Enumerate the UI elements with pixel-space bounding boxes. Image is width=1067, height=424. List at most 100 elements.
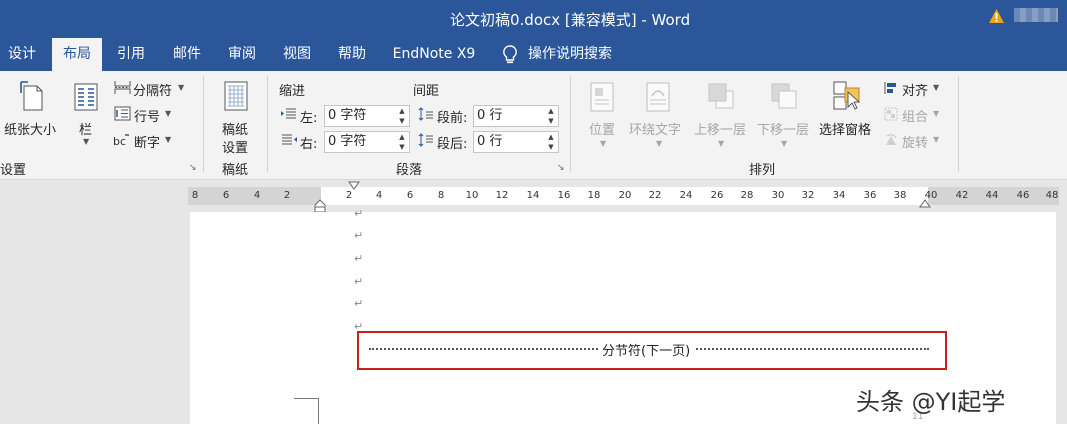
indent-right-icon <box>282 134 297 145</box>
hyphenation-dropdown-arrow[interactable]: ▼ <box>165 135 171 144</box>
send-backward-dropdown-arrow[interactable]: ▼ <box>781 139 787 148</box>
tab-endnote[interactable]: EndNote X9 <box>386 38 482 71</box>
selection-pane-icon <box>833 81 861 110</box>
bring-forward-dropdown-arrow[interactable]: ▼ <box>718 139 724 148</box>
spacing-after-value[interactable]: 0 行 <box>477 134 502 149</box>
send-backward-button[interactable]: 下移一层 <box>757 119 809 138</box>
ruler-tick: 20 <box>618 190 632 201</box>
bring-forward-button[interactable]: 上移一层 <box>694 119 746 138</box>
breaks-dropdown-arrow[interactable]: ▼ <box>178 83 184 92</box>
indent-left-label: 左: <box>300 111 318 126</box>
spin-up-icon[interactable]: ▲ <box>397 106 407 116</box>
watermark-text: 头条 @YI起学 <box>856 388 1006 416</box>
columns-button[interactable]: 栏 <box>79 119 92 138</box>
left-indent-marker[interactable] <box>314 199 326 213</box>
spin-up-icon[interactable]: ▲ <box>546 106 556 116</box>
tab-help[interactable]: 帮助 <box>329 38 375 71</box>
paragraph-dialog-launcher[interactable]: ↘ <box>557 163 565 173</box>
align-button[interactable]: 对齐 <box>902 80 928 99</box>
breaks-icon <box>114 81 131 94</box>
manuscript-group-label: 稿纸 <box>222 163 249 178</box>
spin-down-icon[interactable]: ▼ <box>397 116 407 126</box>
group-separator <box>203 76 204 172</box>
title-bar: 论文初稿0.docx [兼容模式] - Word <box>0 0 1067 38</box>
tab-mailings[interactable]: 邮件 <box>164 38 210 71</box>
page-margin-crop-mark <box>294 398 319 424</box>
manuscript-settings-button-line2[interactable]: 设置 <box>222 137 248 156</box>
ruler-tick: 42 <box>955 190 969 201</box>
spin-up-icon[interactable]: ▲ <box>397 132 407 142</box>
warning-icon[interactable] <box>988 8 1005 24</box>
align-dropdown-arrow[interactable]: ▼ <box>933 83 939 92</box>
hyphenation-button[interactable]: 断字 <box>134 132 160 151</box>
ruler-tick: 6 <box>406 190 414 201</box>
spacing-before-label: 段前: <box>437 111 468 126</box>
indent-right-spinner[interactable]: 0 字符 ▲ ▼ <box>324 131 410 153</box>
line-numbers-button[interactable]: 行号 <box>134 106 160 125</box>
manuscript-settings-button[interactable]: 稿纸 <box>222 119 248 138</box>
ruler-tick: 32 <box>801 190 815 201</box>
columns-dropdown-arrow[interactable]: ▼ <box>83 137 89 146</box>
ruler-tick: 26 <box>710 190 724 201</box>
ruler-tick: 28 <box>740 190 754 201</box>
ruler-tick: 14 <box>526 190 540 201</box>
line-numbers-dropdown-arrow[interactable]: ▼ <box>165 109 171 118</box>
rotate-dropdown-arrow[interactable]: ▼ <box>933 135 939 144</box>
line-numbers-icon <box>114 106 131 121</box>
spacing-after-spinner[interactable]: 0 行 ▲ ▼ <box>473 131 559 153</box>
tab-references[interactable]: 引用 <box>108 38 154 71</box>
spacing-after-icon <box>418 133 433 147</box>
group-objects-button[interactable]: 组合 <box>902 106 928 125</box>
paragraph-group-label: 段落 <box>396 163 423 178</box>
indent-left-icon <box>281 108 296 119</box>
indent-heading: 缩进 <box>279 84 306 99</box>
tab-view[interactable]: 视图 <box>274 38 320 71</box>
tab-design[interactable]: 设计 <box>0 38 44 71</box>
paper-size-button[interactable]: 纸张大小 <box>4 119 56 138</box>
ruler-tick: 30 <box>771 190 785 201</box>
spin-down-icon[interactable]: ▼ <box>546 116 556 126</box>
position-button[interactable]: 位置 <box>589 119 615 138</box>
selection-pane-button[interactable]: 选择窗格 <box>819 119 871 138</box>
spin-up-icon[interactable]: ▲ <box>546 132 556 142</box>
ruler-tick: 46 <box>1016 190 1030 201</box>
position-icon <box>590 82 614 112</box>
wrap-text-button[interactable]: 环绕文字 <box>629 119 681 138</box>
lightbulb-icon <box>503 45 517 64</box>
tell-me-search[interactable]: 操作说明搜索 <box>528 38 628 71</box>
group-separator <box>958 76 959 172</box>
hyphenation-icon: bc <box>113 134 129 147</box>
section-break-label: 分节符(下一页) <box>598 340 695 359</box>
rotate-button[interactable]: 旋转 <box>902 132 928 151</box>
manuscript-grid-icon <box>224 81 248 111</box>
svg-text:bc: bc <box>113 135 126 147</box>
tab-layout[interactable]: 布局 <box>52 38 102 71</box>
spacing-before-spinner[interactable]: 0 行 ▲ ▼ <box>473 105 559 127</box>
page-setup-dialog-launcher[interactable]: ↘ <box>189 163 197 173</box>
first-line-indent-marker[interactable] <box>348 181 360 190</box>
paragraph-mark: ↵ <box>354 252 364 265</box>
ruler-tick: 18 <box>587 190 601 201</box>
ruler-tick: 38 <box>893 190 907 201</box>
spin-down-icon[interactable]: ▼ <box>397 142 407 152</box>
ruler-tick: 10 <box>465 190 479 201</box>
breaks-button[interactable]: 分隔符 <box>133 80 172 99</box>
position-dropdown-arrow[interactable]: ▼ <box>600 139 606 148</box>
ruler-tick: 48 <box>1045 190 1059 201</box>
spin-down-icon[interactable]: ▼ <box>546 142 556 152</box>
group-separator <box>570 76 571 172</box>
indent-left-value[interactable]: 0 字符 <box>328 108 366 123</box>
indent-left-spinner[interactable]: 0 字符 ▲ ▼ <box>324 105 410 127</box>
account-avatar[interactable] <box>1014 8 1058 22</box>
tab-review[interactable]: 审阅 <box>219 38 265 71</box>
right-indent-marker[interactable] <box>919 199 931 208</box>
columns-icon <box>74 83 98 111</box>
spacing-before-value[interactable]: 0 行 <box>477 108 502 123</box>
wrap-text-dropdown-arrow[interactable]: ▼ <box>656 139 662 148</box>
wrap-text-icon <box>646 82 670 112</box>
rotate-icon <box>886 134 897 145</box>
ruler-tick: 8 <box>437 190 445 201</box>
group-separator <box>267 76 268 172</box>
group-objects-dropdown-arrow[interactable]: ▼ <box>933 109 939 118</box>
indent-right-value[interactable]: 0 字符 <box>328 134 366 149</box>
